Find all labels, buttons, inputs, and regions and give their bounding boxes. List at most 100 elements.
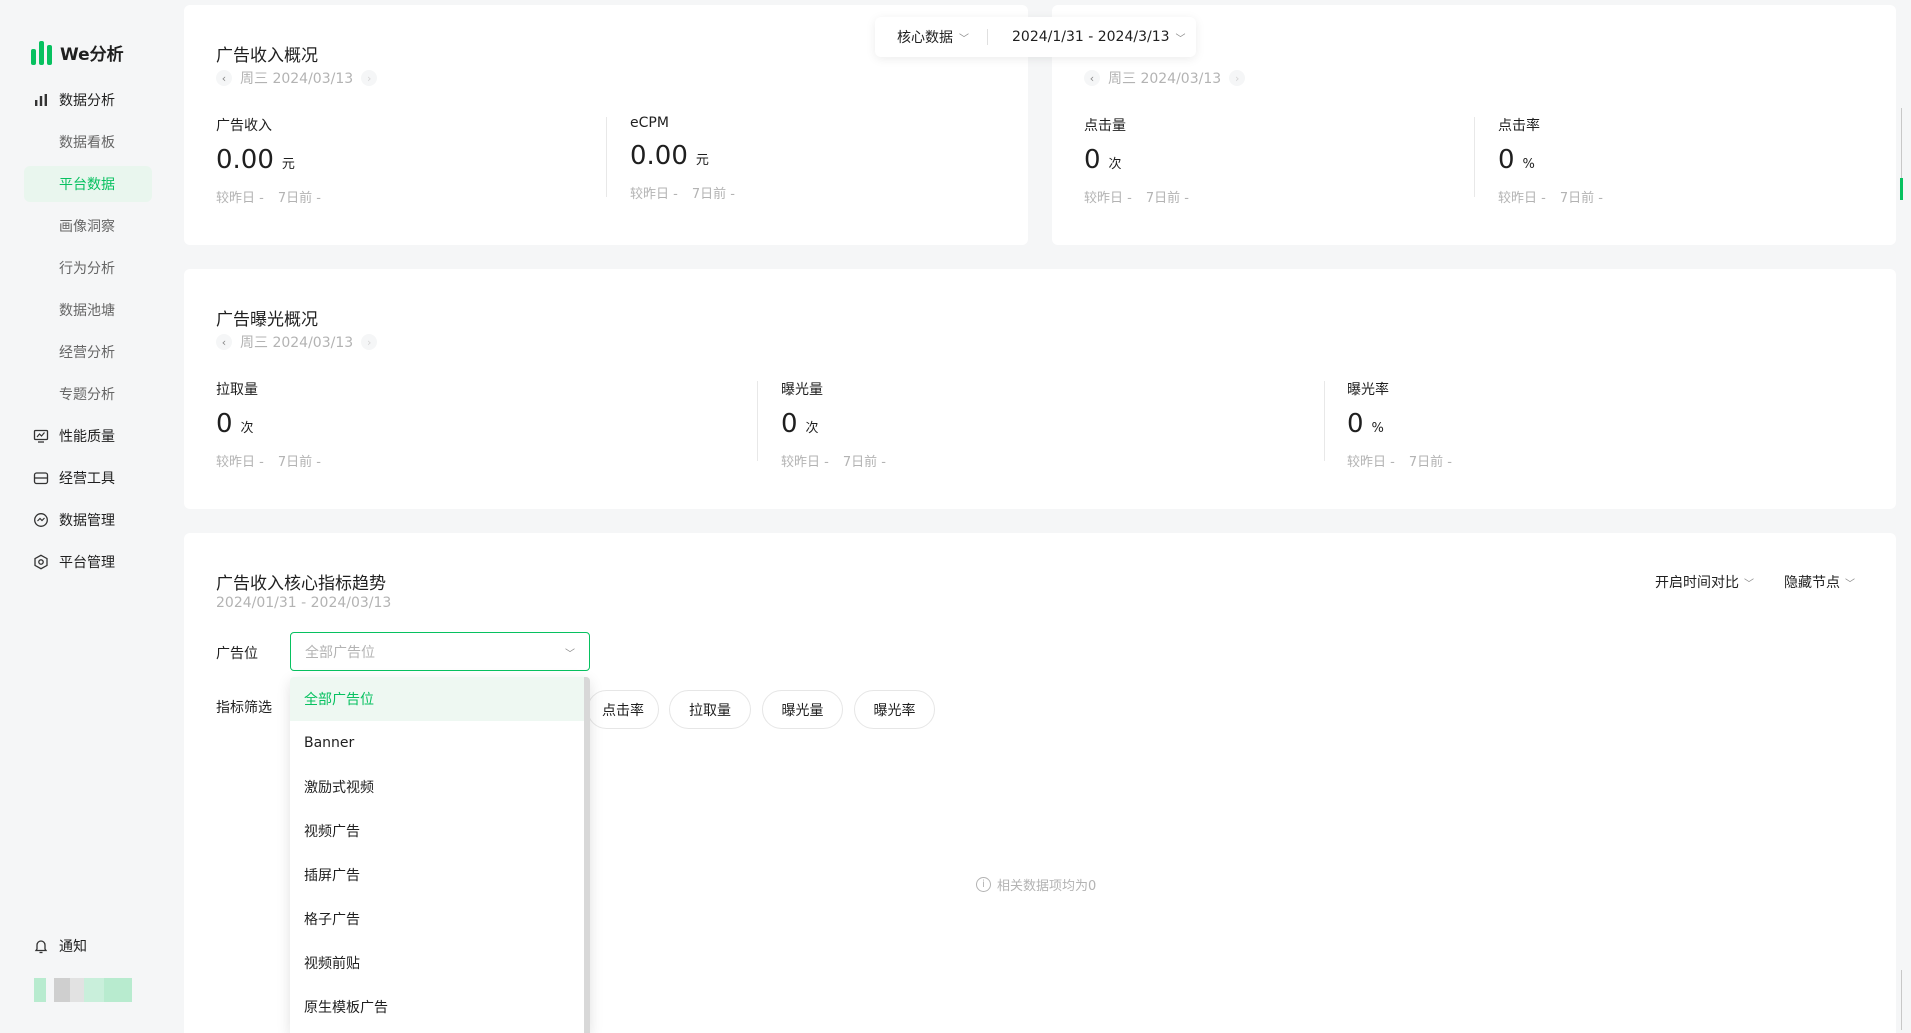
metric-pill-exposure-rate[interactable]: 曝光率 xyxy=(854,690,935,729)
sidebar-item-behavior[interactable]: 行为分析 xyxy=(24,250,152,286)
exposure-card-title: 广告曝光概况 xyxy=(216,310,318,330)
ad-slot-label: 广告位 xyxy=(216,646,258,662)
metric-label: eCPM xyxy=(630,115,669,131)
sidebar: We分析 数据分析 数据看板 平台数据 画像洞察 行为分析 数据池塘 经营分析 … xyxy=(0,0,168,1033)
dropdown-option[interactable]: 全部广告位 xyxy=(290,677,590,721)
avatar[interactable] xyxy=(34,978,132,1002)
empty-chart-notice: i 相关数据项均为0 xyxy=(976,875,1096,894)
date-label: 周三 2024/03/13 xyxy=(240,335,354,351)
date-range-value: 2024/1/31 - 2024/3/13 xyxy=(1012,29,1170,45)
dropdown-option[interactable]: Banner xyxy=(290,721,590,765)
sidebar-item-label: 专题分析 xyxy=(59,387,115,403)
exposure-date-nav: ‹ 周三 2024/03/13 › xyxy=(216,332,378,352)
toolbox-icon xyxy=(33,470,49,486)
sidebar-item-label: 经营工具 xyxy=(59,471,115,487)
metric-divider xyxy=(606,117,607,197)
sidebar-item-tools[interactable]: 经营工具 xyxy=(24,460,152,496)
metric-unit: 次 xyxy=(240,421,254,436)
dropdown-scrollbar[interactable] xyxy=(584,677,590,1033)
metric-exposure-rate: 曝光率 0% 较昨日 - 7日前 - xyxy=(1347,379,1452,470)
chevron-down-icon: ﹀ xyxy=(1744,578,1754,590)
dropdown-option[interactable]: 插屏广告 xyxy=(290,853,590,897)
dropdown-option[interactable]: 原生模板广告 xyxy=(290,985,590,1029)
notifications-link[interactable]: 通知 xyxy=(33,936,87,956)
time-compare-toggle[interactable]: 开启时间对比 ﹀ xyxy=(1655,572,1754,592)
metric-label: 点击量 xyxy=(1084,118,1126,134)
trend-range: 2024/01/31 - 2024/03/13 xyxy=(216,595,391,611)
page-scroll-thumb[interactable] xyxy=(1900,178,1903,200)
dropdown-option[interactable]: 格子广告 xyxy=(290,897,590,941)
sidebar-item-business[interactable]: 经营分析 xyxy=(24,334,152,370)
sidebar-item-label: 画像洞察 xyxy=(59,219,115,235)
compare-day: 较昨日 - xyxy=(1347,455,1395,470)
compare-week: 7日前 - xyxy=(1145,191,1189,206)
compare-week: 7日前 - xyxy=(1559,191,1603,206)
metric-value: 0 xyxy=(216,409,233,439)
date-label: 周三 2024/03/13 xyxy=(240,71,354,87)
metric-label: 曝光率 xyxy=(1347,382,1389,398)
sidebar-item-label: 数据分析 xyxy=(59,93,115,109)
metric-pill-exposures[interactable]: 曝光量 xyxy=(762,690,843,729)
dropdown-option[interactable]: 视频广告 xyxy=(290,809,590,853)
trend-card-title: 广告收入核心指标趋势 xyxy=(216,574,386,594)
sidebar-item-data-pool[interactable]: 数据池塘 xyxy=(24,292,152,328)
metric-unit: 次 xyxy=(1108,157,1122,172)
metric-divider xyxy=(757,381,758,461)
hide-nodes-toggle[interactable]: 隐藏节点 ﹀ xyxy=(1784,572,1855,592)
sidebar-item-label: 平台管理 xyxy=(59,555,115,571)
sidebar-item-platform-data[interactable]: 平台数据 xyxy=(24,166,152,202)
date-range-picker[interactable]: 2024/1/31 - 2024/3/13 ﹀ xyxy=(1012,29,1186,45)
pill-label: 点击率 xyxy=(602,702,644,719)
app-logo[interactable]: We分析 xyxy=(31,40,124,65)
metric-divider xyxy=(1474,117,1475,197)
sidebar-item-platform-manage[interactable]: 平台管理 xyxy=(24,544,152,580)
metric-unit: 元 xyxy=(695,153,709,168)
metric-pill-ctr[interactable]: 点击率 xyxy=(587,690,659,729)
sidebar-item-data-analysis[interactable]: 数据分析 xyxy=(24,82,152,118)
chevron-down-icon: ﹀ xyxy=(1175,33,1186,45)
empty-text: 相关数据项均为0 xyxy=(997,879,1097,894)
compare-week: 7日前 - xyxy=(277,455,321,470)
sidebar-item-label: 数据池塘 xyxy=(59,303,115,319)
settings-hex-icon xyxy=(33,554,49,570)
metric-ecpm: eCPM 0.00 元 较昨日 - 7日前 - xyxy=(630,115,735,202)
metric-value: 0 xyxy=(781,409,798,439)
page-scroll-track-lower xyxy=(1901,970,1902,1030)
metric-clicks: 点击量 0次 较昨日 - 7日前 - xyxy=(1084,115,1189,206)
compare-day: 较昨日 - xyxy=(216,191,264,206)
next-day-button[interactable]: › xyxy=(361,70,378,86)
sidebar-item-dashboard[interactable]: 数据看板 xyxy=(24,124,152,160)
dropdown-option[interactable]: 激励式视频 xyxy=(290,765,590,809)
chevron-down-icon: ﹀ xyxy=(1845,578,1855,590)
prev-day-button[interactable]: ‹ xyxy=(216,70,232,86)
next-day-button[interactable]: › xyxy=(361,334,378,350)
metric-unit: 元 xyxy=(281,157,295,172)
sidebar-item-label: 数据看板 xyxy=(59,135,115,151)
sidebar-item-data-manage[interactable]: 数据管理 xyxy=(24,502,152,538)
trend-range-label: 2024/01/31 - 2024/03/13 xyxy=(216,595,392,611)
prev-day-button[interactable]: ‹ xyxy=(216,334,232,350)
income-date-nav: ‹ 周三 2024/03/13 › xyxy=(216,68,378,88)
sidebar-item-topic[interactable]: 专题分析 xyxy=(24,376,152,412)
metric-pill-requests[interactable]: 拉取量 xyxy=(669,690,751,729)
ad-slot-select[interactable]: 全部广告位 ﹀ xyxy=(290,632,590,671)
chevron-down-icon: ﹀ xyxy=(959,33,969,45)
pill-label: 拉取量 xyxy=(689,702,731,719)
data-manage-icon xyxy=(33,512,49,528)
metric-group-select[interactable]: 核心数据 ﹀ xyxy=(875,27,987,47)
metric-divider xyxy=(1324,381,1325,461)
income-card-title: 广告收入概况 xyxy=(216,46,318,66)
metric-label: 曝光量 xyxy=(781,382,823,398)
sidebar-item-performance[interactable]: 性能质量 xyxy=(24,418,152,454)
bar-chart-icon xyxy=(33,92,49,108)
compare-week: 7日前 - xyxy=(277,191,321,206)
next-day-button[interactable]: › xyxy=(1229,70,1246,86)
metric-value: 0 xyxy=(1498,145,1515,175)
dropdown-option[interactable]: 视频前贴 xyxy=(290,941,590,985)
metric-value: 0.00 xyxy=(630,141,688,171)
prev-day-button[interactable]: ‹ xyxy=(1084,70,1100,86)
metric-unit: 次 xyxy=(805,421,819,436)
sidebar-item-portrait[interactable]: 画像洞察 xyxy=(24,208,152,244)
ad-slot-placeholder: 全部广告位 xyxy=(305,644,375,661)
notify-label: 通知 xyxy=(59,939,87,955)
